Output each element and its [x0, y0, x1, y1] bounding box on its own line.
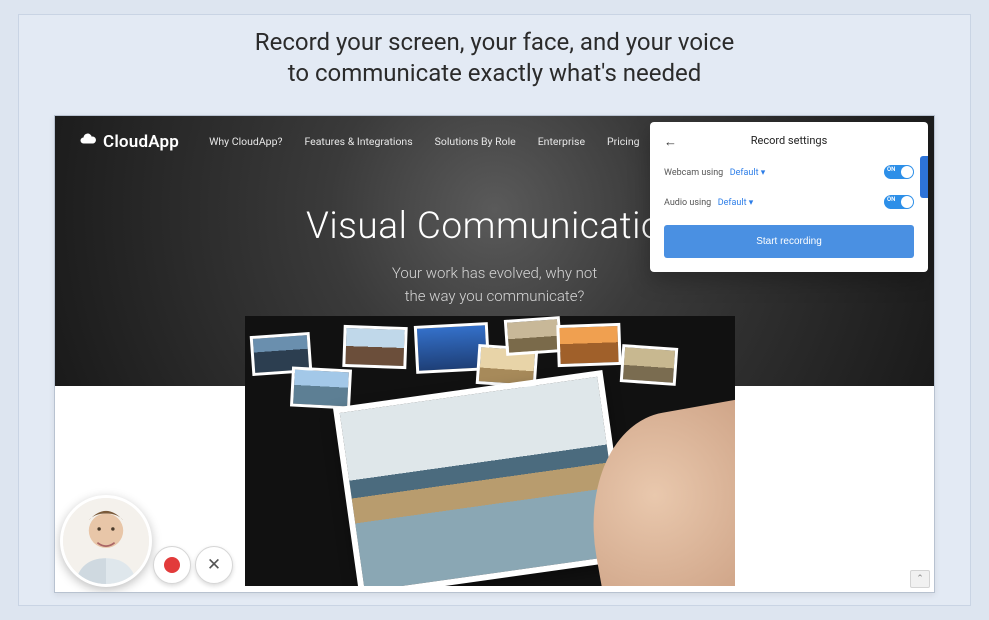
held-photo [333, 370, 629, 586]
photo-collage [245, 316, 735, 586]
collage-thumb [556, 323, 621, 367]
scroll-hint[interactable]: ⌃ [910, 570, 930, 588]
hero-sub-line-1: Your work has evolved, why not [392, 264, 597, 282]
nav-pricing[interactable]: Pricing [607, 135, 639, 148]
webcam-device-select[interactable]: Default ▾ [730, 168, 766, 178]
nav-why[interactable]: Why CloudApp? [209, 135, 282, 148]
webcam-label: Webcam using [664, 168, 723, 178]
brand-name: CloudApp [103, 132, 179, 152]
audio-label: Audio using [664, 198, 711, 208]
record-settings-panel: ← Record settings Webcam using Default ▾… [650, 122, 928, 272]
collage-thumb [620, 344, 679, 386]
panel-edge-tab [920, 156, 928, 198]
nav-enterprise[interactable]: Enterprise [538, 135, 585, 148]
brand-logo[interactable]: CloudApp [79, 130, 179, 153]
hero-sub-line-2: the way you communicate? [405, 287, 585, 305]
panel-title: Record settings [751, 134, 828, 147]
audio-setting-row: Audio using Default ▾ ON [664, 195, 914, 209]
panel-back-button[interactable]: ← [664, 134, 677, 150]
recorded-screen: CloudApp Why CloudApp? Features & Integr… [54, 115, 935, 593]
webcam-setting-row: Webcam using Default ▾ ON [664, 165, 914, 179]
collage-thumb [342, 325, 407, 369]
toggle-on-label: ON [887, 166, 895, 173]
webcam-preview[interactable] [60, 495, 152, 587]
nav-solutions[interactable]: Solutions By Role [435, 135, 516, 148]
audio-device-select[interactable]: Default ▾ [718, 198, 754, 208]
audio-toggle[interactable]: ON [884, 195, 914, 209]
toggle-on-label: ON [887, 196, 895, 203]
headline-line-1: Record your screen, your face, and your … [255, 28, 734, 56]
cloud-icon [79, 130, 97, 153]
cancel-button[interactable]: ✕ [195, 546, 233, 584]
start-recording-button[interactable]: Start recording [664, 225, 914, 258]
record-icon [164, 557, 180, 573]
collage-thumb [290, 366, 352, 409]
close-icon: ✕ [207, 557, 221, 574]
collage-thumb [504, 316, 562, 356]
headline-line-2: to communicate exactly what's needed [288, 59, 702, 87]
nav-features[interactable]: Features & Integrations [304, 135, 412, 148]
record-button[interactable] [153, 546, 191, 584]
promo-frame: Record your screen, your face, and your … [18, 14, 971, 606]
person-avatar-icon [63, 498, 149, 584]
webcam-toggle[interactable]: ON [884, 165, 914, 179]
promo-headline: Record your screen, your face, and your … [19, 15, 970, 95]
